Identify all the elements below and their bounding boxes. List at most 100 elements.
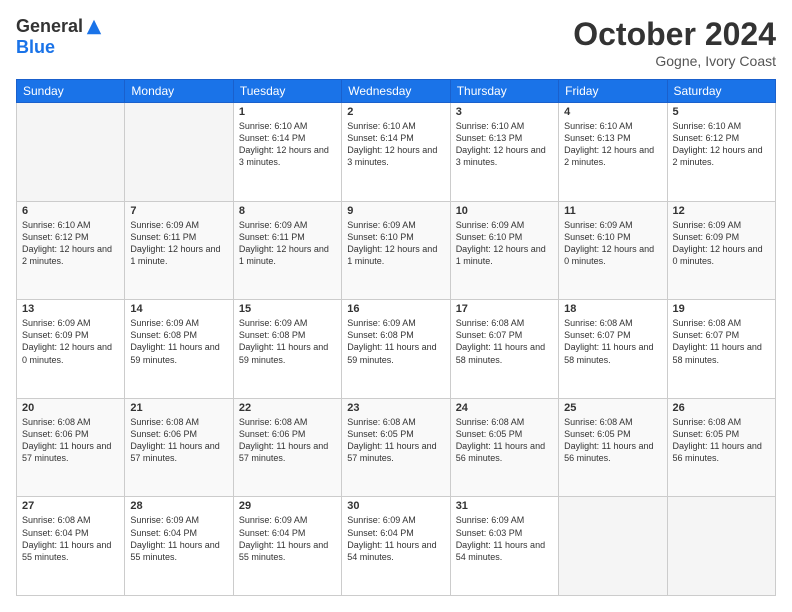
- cell-info: Sunrise: 6:08 AMSunset: 6:07 PMDaylight:…: [456, 317, 553, 366]
- calendar-cell: [17, 103, 125, 202]
- calendar-cell: 29 Sunrise: 6:09 AMSunset: 6:04 PMDayligh…: [233, 497, 341, 596]
- cell-info: Sunrise: 6:08 AMSunset: 6:06 PMDaylight:…: [239, 416, 336, 465]
- cell-info: Sunrise: 6:08 AMSunset: 6:06 PMDaylight:…: [22, 416, 119, 465]
- col-header-wednesday: Wednesday: [342, 80, 450, 103]
- day-number: 14: [130, 303, 227, 315]
- calendar-cell: 15 Sunrise: 6:09 AMSunset: 6:08 PMDayligh…: [233, 300, 341, 399]
- logo-icon: [85, 18, 103, 36]
- day-number: 22: [239, 402, 336, 414]
- day-number: 13: [22, 303, 119, 315]
- calendar-cell: 21 Sunrise: 6:08 AMSunset: 6:06 PMDayligh…: [125, 398, 233, 497]
- calendar-cell: 25 Sunrise: 6:08 AMSunset: 6:05 PMDayligh…: [559, 398, 667, 497]
- calendar-cell: 3 Sunrise: 6:10 AMSunset: 6:13 PMDaylight…: [450, 103, 558, 202]
- day-number: 11: [564, 205, 661, 217]
- logo-general: General: [16, 16, 83, 37]
- cell-info: Sunrise: 6:09 AMSunset: 6:09 PMDaylight:…: [22, 317, 119, 366]
- calendar-cell: [559, 497, 667, 596]
- calendar-cell: 19 Sunrise: 6:08 AMSunset: 6:07 PMDayligh…: [667, 300, 775, 399]
- cell-info: Sunrise: 6:09 AMSunset: 6:08 PMDaylight:…: [239, 317, 336, 366]
- day-number: 30: [347, 500, 444, 512]
- cell-info: Sunrise: 6:08 AMSunset: 6:07 PMDaylight:…: [673, 317, 770, 366]
- day-number: 5: [673, 106, 770, 118]
- col-header-friday: Friday: [559, 80, 667, 103]
- day-number: 29: [239, 500, 336, 512]
- calendar-cell: 1Sunrise: 6:10 AMSunset: 6:14 PMDaylight…: [233, 103, 341, 202]
- calendar-cell: 17 Sunrise: 6:08 AMSunset: 6:07 PMDayligh…: [450, 300, 558, 399]
- cell-info: Sunrise: 6:08 AMSunset: 6:04 PMDaylight:…: [22, 514, 119, 563]
- calendar-cell: 12 Sunrise: 6:09 AMSunset: 6:09 PMDayligh…: [667, 201, 775, 300]
- cell-info: Sunrise: 6:09 AMSunset: 6:10 PMDaylight:…: [564, 219, 661, 268]
- cell-info: Sunrise: 6:09 AMSunset: 6:04 PMDaylight:…: [239, 514, 336, 563]
- day-number: 28: [130, 500, 227, 512]
- cell-info: Sunrise: 6:09 AMSunset: 6:04 PMDaylight:…: [347, 514, 444, 563]
- day-number: 7: [130, 205, 227, 217]
- day-number: 2: [347, 106, 444, 118]
- day-number: 23: [347, 402, 444, 414]
- day-number: 19: [673, 303, 770, 315]
- calendar-cell: 27 Sunrise: 6:08 AMSunset: 6:04 PMDayligh…: [17, 497, 125, 596]
- header: General Blue October 2024 Gogne, Ivory C…: [16, 16, 776, 69]
- page: General Blue October 2024 Gogne, Ivory C…: [0, 0, 792, 612]
- col-header-saturday: Saturday: [667, 80, 775, 103]
- cell-info: Sunrise: 6:08 AMSunset: 6:05 PMDaylight:…: [564, 416, 661, 465]
- col-header-thursday: Thursday: [450, 80, 558, 103]
- calendar-cell: 4 Sunrise: 6:10 AMSunset: 6:13 PMDaylight…: [559, 103, 667, 202]
- col-header-sunday: Sunday: [17, 80, 125, 103]
- calendar-cell: 31 Sunrise: 6:09 AMSunset: 6:03 PMDayligh…: [450, 497, 558, 596]
- day-number: 27: [22, 500, 119, 512]
- calendar-cell: 23 Sunrise: 6:08 AMSunset: 6:05 PMDayligh…: [342, 398, 450, 497]
- logo-text: General: [16, 16, 103, 37]
- calendar-cell: 2 Sunrise: 6:10 AMSunset: 6:14 PMDaylight…: [342, 103, 450, 202]
- cell-info: Sunrise: 6:10 AMSunset: 6:14 PMDaylight:…: [239, 120, 336, 169]
- day-number: 21: [130, 402, 227, 414]
- cell-info: Sunrise: 6:09 AMSunset: 6:08 PMDaylight:…: [347, 317, 444, 366]
- cell-info: Sunrise: 6:09 AMSunset: 6:03 PMDaylight:…: [456, 514, 553, 563]
- cell-info: Sunrise: 6:08 AMSunset: 6:05 PMDaylight:…: [347, 416, 444, 465]
- month-title: October 2024: [573, 16, 776, 53]
- calendar-cell: 28 Sunrise: 6:09 AMSunset: 6:04 PMDayligh…: [125, 497, 233, 596]
- col-header-monday: Monday: [125, 80, 233, 103]
- calendar-cell: 30 Sunrise: 6:09 AMSunset: 6:04 PMDayligh…: [342, 497, 450, 596]
- day-number: 26: [673, 402, 770, 414]
- cell-info: Sunrise: 6:10 AMSunset: 6:13 PMDaylight:…: [456, 120, 553, 169]
- cell-info: Sunrise: 6:08 AMSunset: 6:07 PMDaylight:…: [564, 317, 661, 366]
- day-number: 8: [239, 205, 336, 217]
- day-number: 16: [347, 303, 444, 315]
- day-number: 15: [239, 303, 336, 315]
- day-number: 25: [564, 402, 661, 414]
- day-number: 6: [22, 205, 119, 217]
- logo-blue-text: Blue: [16, 37, 55, 57]
- cell-info: Sunrise: 6:10 AMSunset: 6:13 PMDaylight:…: [564, 120, 661, 169]
- day-number: 18: [564, 303, 661, 315]
- calendar-cell: 13 Sunrise: 6:09 AMSunset: 6:09 PMDayligh…: [17, 300, 125, 399]
- cell-info: Sunrise: 6:10 AMSunset: 6:12 PMDaylight:…: [22, 219, 119, 268]
- cell-info: Sunrise: 6:09 AMSunset: 6:11 PMDaylight:…: [130, 219, 227, 268]
- calendar-cell: 24 Sunrise: 6:08 AMSunset: 6:05 PMDayligh…: [450, 398, 558, 497]
- cell-info: Sunrise: 6:08 AMSunset: 6:06 PMDaylight:…: [130, 416, 227, 465]
- day-number: 24: [456, 402, 553, 414]
- calendar-cell: 10Sunrise: 6:09 AMSunset: 6:10 PMDayligh…: [450, 201, 558, 300]
- day-number: 4: [564, 106, 661, 118]
- calendar-cell: 8 Sunrise: 6:09 AMSunset: 6:11 PMDaylight…: [233, 201, 341, 300]
- day-number: 20: [22, 402, 119, 414]
- location: Gogne, Ivory Coast: [573, 53, 776, 69]
- cell-info: Sunrise: 6:09 AMSunset: 6:04 PMDaylight:…: [130, 514, 227, 563]
- day-number: 12: [673, 205, 770, 217]
- cell-info: Sunrise: 6:10 AMSunset: 6:14 PMDaylight:…: [347, 120, 444, 169]
- calendar-cell: 26Sunrise: 6:08 AMSunset: 6:05 PMDayligh…: [667, 398, 775, 497]
- logo: General Blue: [16, 16, 103, 58]
- calendar-cell: 20 Sunrise: 6:08 AMSunset: 6:06 PMDayligh…: [17, 398, 125, 497]
- cell-info: Sunrise: 6:09 AMSunset: 6:11 PMDaylight:…: [239, 219, 336, 268]
- cell-info: Sunrise: 6:10 AMSunset: 6:12 PMDaylight:…: [673, 120, 770, 169]
- day-number: 10: [456, 205, 553, 217]
- day-number: 3: [456, 106, 553, 118]
- cell-info: Sunrise: 6:09 AMSunset: 6:08 PMDaylight:…: [130, 317, 227, 366]
- cell-info: Sunrise: 6:09 AMSunset: 6:10 PMDaylight:…: [347, 219, 444, 268]
- calendar-cell: 18 Sunrise: 6:08 AMSunset: 6:07 PMDayligh…: [559, 300, 667, 399]
- cell-info: Sunrise: 6:08 AMSunset: 6:05 PMDaylight:…: [456, 416, 553, 465]
- day-number: 31: [456, 500, 553, 512]
- day-number: 17: [456, 303, 553, 315]
- calendar-cell: [667, 497, 775, 596]
- calendar-cell: 9Sunrise: 6:09 AMSunset: 6:10 PMDaylight…: [342, 201, 450, 300]
- cell-info: Sunrise: 6:09 AMSunset: 6:09 PMDaylight:…: [673, 219, 770, 268]
